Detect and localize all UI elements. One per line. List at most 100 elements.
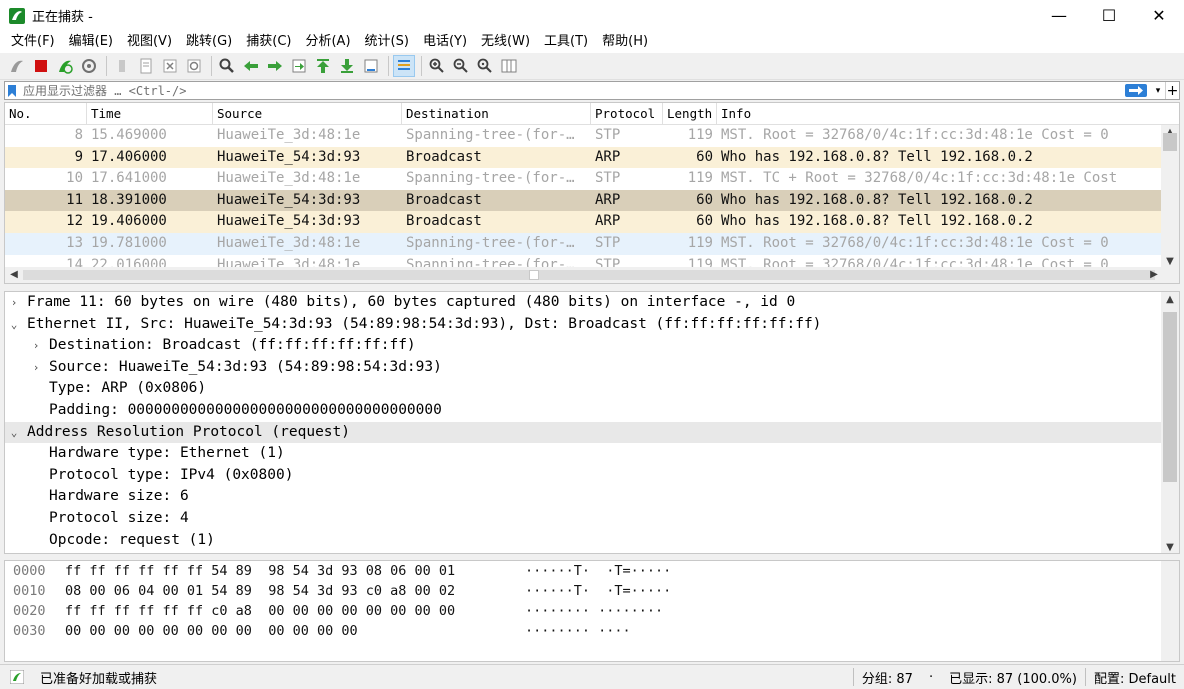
scrollbar-thumb[interactable] xyxy=(1163,312,1177,482)
packet-row[interactable]: 13 19.781000 HuaweiTe_3d:48:1e Spanning-tre… xyxy=(5,232,1163,255)
cell-time: 19.406000 xyxy=(91,213,167,230)
column-header-length[interactable]: Length xyxy=(663,103,717,124)
hex-row[interactable]: 0020 ff ff ff ff ff ff c0 a8 00 00 00 00 … xyxy=(5,601,1179,621)
expanded-arrow-icon[interactable]: ⌄ xyxy=(5,422,23,444)
collapsed-arrow-icon[interactable]: › xyxy=(27,335,45,357)
menu-go[interactable]: 跳转(G) xyxy=(179,31,239,53)
detail-tree-item[interactable]: Padding: 0000000000000000000000000000000… xyxy=(5,400,1179,422)
zoom-out-button[interactable] xyxy=(450,55,472,77)
packet-list-vertical-scrollbar[interactable]: ▲ ▼ xyxy=(1161,125,1179,269)
go-back-button[interactable] xyxy=(240,55,262,77)
go-forward-button[interactable] xyxy=(264,55,286,77)
reload-file-button[interactable] xyxy=(183,55,205,77)
detail-tree-item[interactable]: ⌄ Ethernet II, Src: HuaweiTe_54:3d:93 (54… xyxy=(5,314,1179,336)
packet-list-horizontal-scrollbar[interactable]: ◀ ▶ xyxy=(5,267,1179,283)
display-filter-input[interactable] xyxy=(19,82,1125,99)
scrollbar-thumb[interactable] xyxy=(529,270,539,280)
resize-columns-button[interactable] xyxy=(498,55,520,77)
colorize-button[interactable] xyxy=(393,55,415,77)
auto-scroll-button[interactable] xyxy=(360,55,382,77)
filter-history-dropdown[interactable]: ▾ xyxy=(1151,82,1165,99)
save-file-button[interactable] xyxy=(135,55,157,77)
detail-tree-item[interactable]: › Source: HuaweiTe_54:3d:93 (54:89:98:54:… xyxy=(5,357,1179,379)
menu-wireless[interactable]: 无线(W) xyxy=(474,31,537,53)
zoom-in-button[interactable] xyxy=(426,55,448,77)
go-first-button[interactable] xyxy=(312,55,334,77)
scroll-left-icon[interactable]: ◀ xyxy=(5,269,23,280)
column-header-source[interactable]: Source xyxy=(213,103,402,124)
capture-options-button[interactable] xyxy=(78,55,100,77)
filter-bookmark-button[interactable] xyxy=(5,82,19,99)
packet-row[interactable]: 10 17.641000 HuaweiTe_3d:48:1e Spanning-tre… xyxy=(5,168,1163,190)
bytes-vertical-scrollbar[interactable] xyxy=(1161,561,1179,661)
displayed-count: 已显示: 87 (100.0%) xyxy=(949,671,1077,687)
go-to-packet-button[interactable] xyxy=(288,55,310,77)
hex-row[interactable]: 0030 00 00 00 00 00 00 00 00 00 00 00 00 ·… xyxy=(5,621,1179,641)
minimize-button[interactable]: — xyxy=(1034,0,1084,31)
column-header-info[interactable]: Info xyxy=(717,103,1179,124)
start-capture-button[interactable] xyxy=(6,55,28,77)
column-header-no[interactable]: No. xyxy=(5,103,87,124)
menu-capture[interactable]: 捕获(C) xyxy=(239,31,298,53)
scroll-down-icon[interactable]: ▼ xyxy=(1161,542,1179,553)
detail-tree-text: Type: ARP (0x0806) xyxy=(49,380,207,397)
menu-analyze[interactable]: 分析(A) xyxy=(298,31,357,53)
profile-selector[interactable]: 配置: Default xyxy=(1086,668,1184,687)
scroll-right-icon[interactable]: ▶ xyxy=(1145,269,1163,280)
normal-size-button[interactable] xyxy=(474,55,496,77)
detail-tree-item[interactable]: › Destination: Broadcast (ff:ff:ff:ff:ff:… xyxy=(5,335,1179,357)
column-header-time[interactable]: Time xyxy=(87,103,213,124)
detail-tree-text: Destination: Broadcast (ff:ff:ff:ff:ff:f… xyxy=(49,337,416,354)
detail-tree-item[interactable]: Hardware size: 6 xyxy=(5,486,1179,508)
column-header-protocol[interactable]: Protocol xyxy=(591,103,663,124)
detail-tree-item[interactable]: Protocol size: 4 xyxy=(5,508,1179,530)
collapsed-arrow-icon[interactable]: › xyxy=(27,357,45,379)
maximize-button[interactable]: ☐ xyxy=(1084,0,1134,31)
details-vertical-scrollbar[interactable]: ▲ ▼ xyxy=(1161,292,1179,553)
open-file-button[interactable] xyxy=(111,55,133,77)
cell-source: HuaweiTe_54:3d:93 xyxy=(217,191,361,208)
menu-edit[interactable]: 编辑(E) xyxy=(62,31,120,53)
go-forward-icon xyxy=(268,61,282,71)
collapsed-arrow-icon[interactable]: › xyxy=(5,292,23,314)
close-button[interactable]: ✕ xyxy=(1134,0,1184,31)
detail-tree-item[interactable]: Opcode: request (1) xyxy=(5,530,1179,552)
hex-row[interactable]: 0000 ff ff ff ff ff ff 54 89 98 54 3d 93 … xyxy=(5,561,1179,581)
close-file-button[interactable] xyxy=(159,55,181,77)
detail-tree-item[interactable]: Protocol type: IPv4 (0x0800) xyxy=(5,465,1179,487)
detail-tree-item[interactable]: › Frame 11: 60 bytes on wire (480 bits), … xyxy=(5,292,1179,314)
detail-tree-item[interactable]: Type: ARP (0x0806) xyxy=(5,378,1179,400)
packet-row[interactable]: 12 19.406000 HuaweiTe_54:3d:93 Broadcast ARP… xyxy=(5,211,1163,233)
menu-file[interactable]: 文件(F) xyxy=(4,31,62,53)
find-packet-button[interactable] xyxy=(216,55,238,77)
packet-row[interactable]: 8 15.469000 HuaweiTe_3d:48:1e Spanning-tree… xyxy=(5,125,1163,147)
go-back-icon xyxy=(244,61,258,71)
menu-telephony[interactable]: 电话(Y) xyxy=(416,31,474,53)
add-filter-button[interactable]: + xyxy=(1165,82,1179,99)
cell-destination: Spanning-tree-(for-… xyxy=(406,234,575,251)
restart-capture-button[interactable] xyxy=(54,55,76,77)
column-header-destination[interactable]: Destination xyxy=(402,103,591,124)
hex-row[interactable]: 0010 08 00 06 04 00 01 54 89 98 54 3d 93 … xyxy=(5,581,1179,601)
packet-row[interactable]: 11 18.391000 HuaweiTe_54:3d:93 Broadcast ARP… xyxy=(5,189,1163,212)
stop-capture-button[interactable] xyxy=(30,55,52,77)
maximize-icon: ☐ xyxy=(1101,6,1117,25)
packet-row[interactable]: 9 17.406000 HuaweiTe_54:3d:93 Broadcast ARP 6… xyxy=(5,146,1163,169)
scroll-up-icon[interactable]: ▲ xyxy=(1161,294,1179,305)
packet-details-tree: › Frame 11: 60 bytes on wire (480 bits), … xyxy=(5,292,1179,551)
scrollbar-thumb[interactable] xyxy=(1163,133,1177,151)
go-last-button[interactable] xyxy=(336,55,358,77)
scroll-down-icon[interactable]: ▼ xyxy=(1161,256,1179,267)
scrollbar-track[interactable] xyxy=(23,270,1155,280)
menu-statistics[interactable]: 统计(S) xyxy=(358,31,416,53)
cell-length: 60 xyxy=(696,191,713,208)
detail-tree-item[interactable]: Hardware type: Ethernet (1) xyxy=(5,443,1179,465)
detail-tree-text: Source: HuaweiTe_54:3d:93 (54:89:98:54:3… xyxy=(49,358,442,375)
expert-info-icon[interactable] xyxy=(10,670,24,684)
menu-tools[interactable]: 工具(T) xyxy=(537,31,595,53)
apply-filter-button[interactable] xyxy=(1125,84,1147,97)
expanded-arrow-icon[interactable]: ⌄ xyxy=(5,314,23,336)
menu-view[interactable]: 视图(V) xyxy=(120,31,179,53)
menu-help[interactable]: 帮助(H) xyxy=(595,31,655,53)
detail-tree-item[interactable]: ⌄ Address Resolution Protocol (request) xyxy=(5,421,1179,444)
